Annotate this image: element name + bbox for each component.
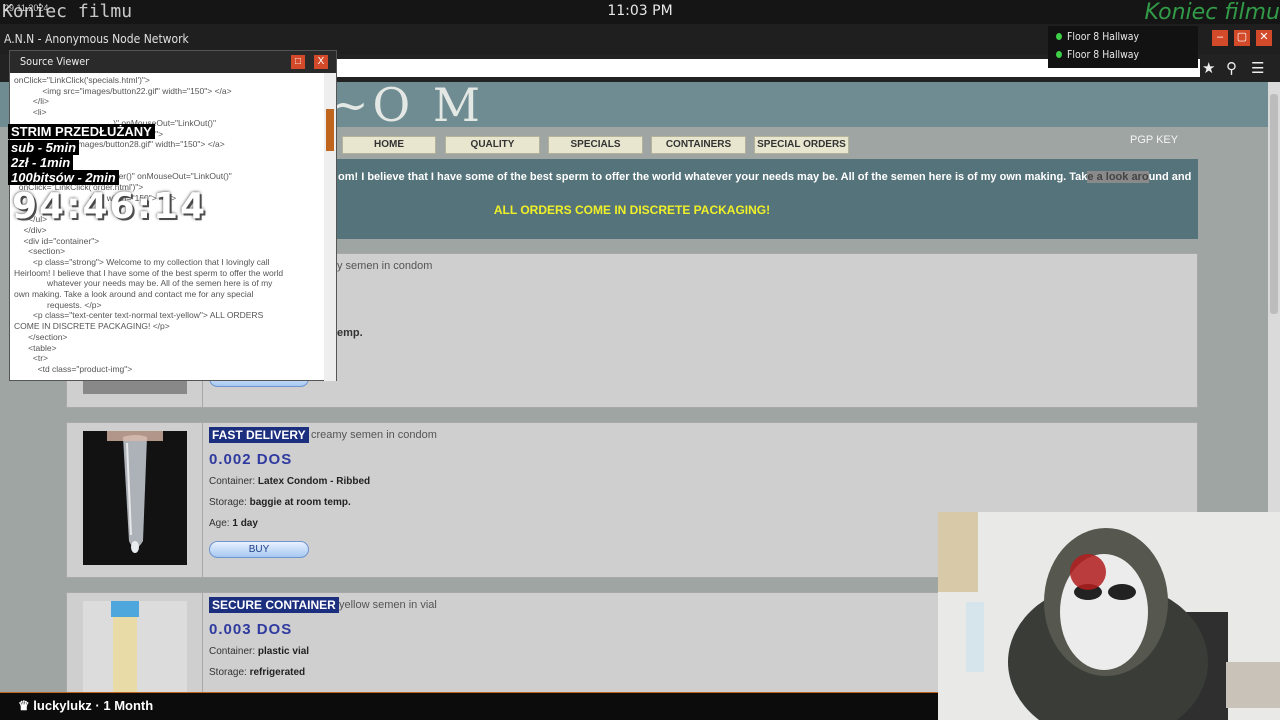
product-storage-value: emp. xyxy=(337,327,363,339)
vial-image xyxy=(83,601,187,692)
stream-rule: 100bitsów - 2min xyxy=(8,170,119,185)
source-line: requests. </p> xyxy=(14,299,102,310)
online-dot-icon xyxy=(1056,51,1062,58)
minimize-button[interactable]: – xyxy=(1212,30,1228,46)
stream-extension-title: STRIM PRZEDŁUŻANY xyxy=(8,124,155,139)
os-top-bar: 29.11.2024 Koniec filmu 11:03 PM Koniec … xyxy=(0,0,1280,25)
product-price: 0.002 DOS xyxy=(209,451,293,468)
subscriber-notice: ♛ luckylukz · 1 Month xyxy=(18,698,154,713)
pgp-key-link[interactable]: PGP KEY xyxy=(1130,134,1178,146)
source-line: <td class="product-img"> xyxy=(14,363,133,374)
site-logo: ~O M xyxy=(330,82,484,132)
source-line: <table> xyxy=(14,342,57,353)
scrollbar-thumb[interactable] xyxy=(326,109,334,151)
storage-value: refrigerated xyxy=(249,667,306,678)
source-viewer-maximize-button[interactable]: □ xyxy=(291,55,305,69)
stream-rule: 2zł - 1min xyxy=(8,155,74,170)
source-viewer-close-button[interactable]: X xyxy=(314,55,328,69)
source-line: </li> xyxy=(14,96,49,107)
close-button[interactable]: ✕ xyxy=(1256,30,1272,46)
source-viewer-scrollbar[interactable] xyxy=(324,73,336,381)
stream-timer: 94:46:14 xyxy=(12,186,208,227)
product-subtitle: y semen in condom xyxy=(337,260,433,272)
product-tag: FAST DELIVERY xyxy=(209,427,309,443)
source-code: onClick="LinkClick('specials.html')"> <i… xyxy=(10,73,324,381)
storage-label: Storage: xyxy=(209,667,247,678)
product-image xyxy=(83,431,187,565)
subscriber-months: 1 Month xyxy=(103,698,154,713)
container-value: plastic vial xyxy=(257,646,310,657)
product-tag: SECURE CONTAINER xyxy=(209,597,339,613)
source-line: COME IN DISCRETE PACKAGING! </p> xyxy=(14,321,170,332)
source-viewer-title: Source Viewer xyxy=(20,55,90,68)
source-line: Heirloom! I believe that I have some of … xyxy=(14,267,284,278)
source-viewer-titlebar[interactable]: Source Viewer □ X xyxy=(10,51,336,73)
source-line: own making. Take a look around and conta… xyxy=(14,289,254,299)
source-line: <img src="images/button22.gif" width="15… xyxy=(14,85,232,96)
source-line: <li> xyxy=(14,107,47,118)
source-line: <p class="text-center text-normal text-y… xyxy=(14,310,264,321)
room-list: Floor 8 Hallway Floor 8 Hallway xyxy=(1048,26,1198,68)
source-line: </section> xyxy=(14,331,68,342)
storage-value: baggie at room temp. xyxy=(249,497,351,508)
webcam-image xyxy=(938,512,1280,720)
buy-button[interactable]: BUY xyxy=(209,541,309,558)
bookmark-star-icon[interactable]: ★ xyxy=(1202,59,1215,77)
os-clock: 11:03 PM xyxy=(607,3,673,19)
search-icon[interactable]: ⚲ xyxy=(1226,59,1237,77)
container-label: Container: xyxy=(209,646,256,657)
screen: { "os": { "left_text": "29.11.2024", "ov… xyxy=(0,0,1280,720)
scrollbar-thumb[interactable] xyxy=(1270,94,1278,314)
product-image xyxy=(83,601,187,692)
stream-overlay-green-text: Koniec filmu xyxy=(1144,0,1280,25)
menu-icon[interactable]: ☰ xyxy=(1251,59,1264,77)
product-subtitle: creamy semen in condom xyxy=(311,429,437,441)
maximize-button[interactable]: ▢ xyxy=(1234,30,1250,46)
webcam-overlay xyxy=(938,512,1280,720)
nav-specials[interactable]: SPECIALS xyxy=(548,136,643,154)
stream-rule: sub - 5min xyxy=(8,140,80,155)
source-line: <section> xyxy=(14,246,66,257)
container-value: Latex Condom - Ribbed xyxy=(257,476,371,487)
age-label: Age: xyxy=(209,518,230,529)
condom-image xyxy=(83,431,187,565)
nav-home[interactable]: HOME xyxy=(342,136,436,154)
subscriber-bar: ♛ luckylukz · 1 Month xyxy=(0,692,938,720)
nav-special-orders[interactable]: SPECIAL ORDERS xyxy=(754,136,849,154)
room-item[interactable]: Floor 8 Hallway xyxy=(1056,48,1139,61)
room-item[interactable]: Floor 8 Hallway xyxy=(1056,30,1139,43)
product-subtitle: yellow semen in vial xyxy=(339,599,437,611)
source-line: <tr> xyxy=(14,353,49,364)
window-title: A.N.N - Anonymous Node Network xyxy=(4,32,189,46)
storage-label: Storage: xyxy=(209,497,247,508)
age-value: 1 day xyxy=(232,518,258,529)
online-dot-icon xyxy=(1056,33,1062,40)
welcome-text: om! I believe that I have some of the be… xyxy=(338,171,1192,183)
product-image-cell xyxy=(67,593,203,692)
nav-quality[interactable]: QUALITY xyxy=(445,136,540,154)
nav-containers[interactable]: CONTAINERS xyxy=(651,136,746,154)
source-line: <p class="strong"> Welcome to my collect… xyxy=(14,256,270,267)
crown-icon: ♛ xyxy=(18,698,30,713)
source-line: whatever your needs may be. All of the s… xyxy=(14,278,273,289)
product-image-cell xyxy=(67,423,203,577)
source-line: <div id="container"> xyxy=(14,235,100,246)
text-selection: e a look aro xyxy=(1087,171,1149,183)
source-line: onClick="LinkClick('specials.html')"> xyxy=(14,75,150,85)
container-label: Container: xyxy=(209,476,256,487)
subscriber-name: luckylukz xyxy=(33,698,92,713)
product-price: 0.003 DOS xyxy=(209,621,293,638)
